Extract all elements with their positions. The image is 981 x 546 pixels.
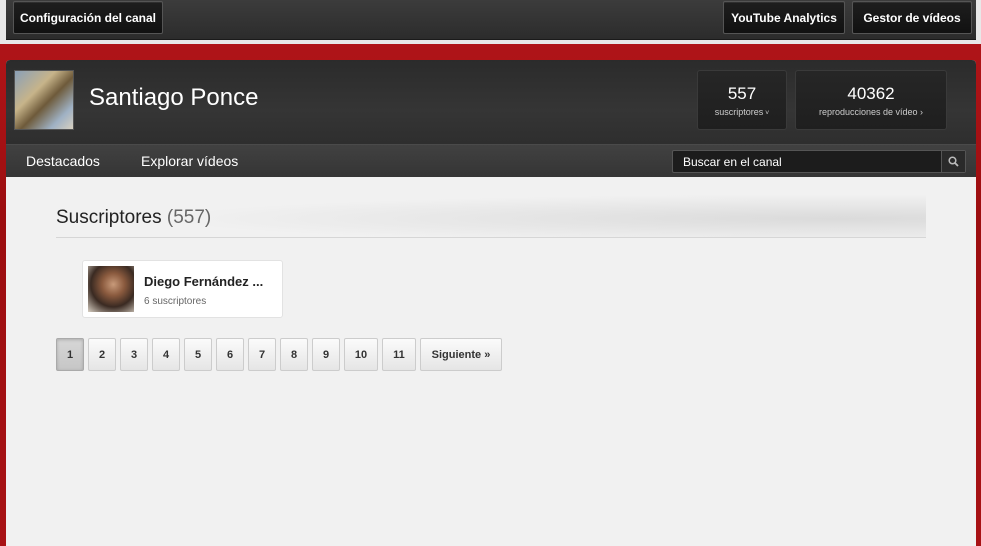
tab-explore-videos[interactable]: Explorar vídeos <box>141 153 238 169</box>
subscriber-avatar[interactable] <box>88 266 134 312</box>
page-button-5[interactable]: 5 <box>184 338 212 371</box>
subscribers-label: suscriptores ˅ <box>714 107 770 117</box>
subscriber-card[interactable]: Diego Fernández ... 6 suscriptores <box>82 260 283 318</box>
chevron-down-icon: ˅ <box>763 110 770 117</box>
subscribers-count: 557 <box>727 84 757 103</box>
page-button-1[interactable]: 1 <box>56 338 84 371</box>
views-label: reproducciones de vídeo › <box>818 107 924 117</box>
page-title: Suscriptores (557) <box>56 207 212 228</box>
views-count: 40362 <box>847 84 895 103</box>
page-button-7[interactable]: 7 <box>248 338 276 371</box>
channel-name[interactable]: Santiago Ponce <box>89 84 258 112</box>
channel-nav: Destacados Explorar vídeos <box>6 144 976 177</box>
channel-settings-button[interactable]: Configuración del canal <box>13 1 163 34</box>
channel-avatar[interactable] <box>14 70 74 130</box>
toolbar-divider <box>0 40 981 44</box>
next-page-button[interactable]: Siguiente » <box>420 338 502 371</box>
page-button-10[interactable]: 10 <box>344 338 378 371</box>
channel-header: Santiago Ponce 557 suscriptores ˅ 40362 … <box>6 60 976 144</box>
subscriber-total: (557) <box>166 207 212 228</box>
channel-page: Santiago Ponce 557 suscriptores ˅ 40362 … <box>6 60 976 546</box>
page-button-8[interactable]: 8 <box>280 338 308 371</box>
views-stat[interactable]: 40362 reproducciones de vídeo › <box>795 70 947 130</box>
youtube-analytics-button[interactable]: YouTube Analytics <box>723 1 845 34</box>
video-manager-button[interactable]: Gestor de vídeos <box>852 1 972 34</box>
search-button[interactable] <box>941 151 965 172</box>
page-button-9[interactable]: 9 <box>312 338 340 371</box>
search-icon <box>948 156 959 167</box>
search-input[interactable] <box>673 151 941 172</box>
subscribers-stat[interactable]: 557 suscriptores ˅ <box>697 70 787 130</box>
channel-search <box>672 150 966 173</box>
toolbar-edge-right <box>976 0 981 40</box>
page-button-11[interactable]: 11 <box>382 338 416 371</box>
subscriber-count: 6 suscriptores <box>144 296 207 307</box>
page-button-6[interactable]: 6 <box>216 338 244 371</box>
subscriber-name[interactable]: Diego Fernández ... <box>144 274 263 289</box>
top-toolbar: Configuración del canal YouTube Analytic… <box>6 0 976 40</box>
tab-featured[interactable]: Destacados <box>26 153 100 169</box>
page-button-4[interactable]: 4 <box>152 338 180 371</box>
title-divider <box>56 237 926 238</box>
page-button-3[interactable]: 3 <box>120 338 148 371</box>
page-button-2[interactable]: 2 <box>88 338 116 371</box>
